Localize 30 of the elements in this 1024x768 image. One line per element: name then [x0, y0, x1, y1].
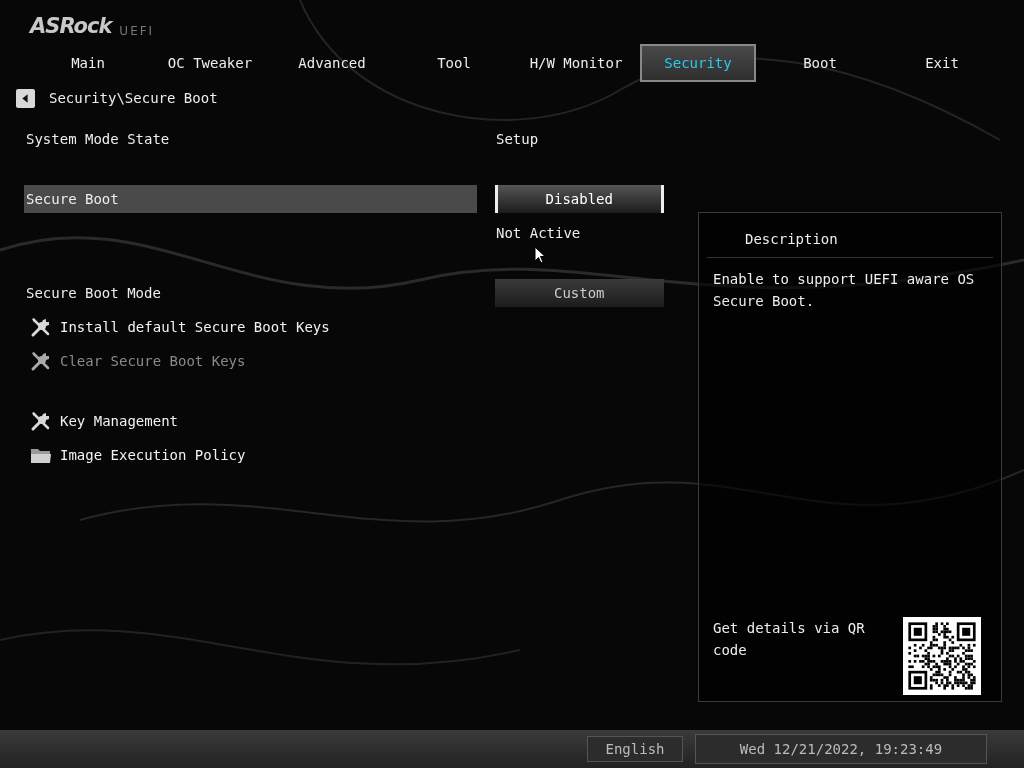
menu-tab[interactable]: Security	[640, 44, 756, 82]
tools-icon	[30, 410, 52, 432]
menu-tab[interactable]: Tool	[396, 44, 512, 82]
submenu-item[interactable]: Key Management	[24, 410, 178, 432]
panel-title: Description	[707, 213, 993, 258]
setting-label[interactable]: Secure Boot	[24, 185, 477, 213]
tools-icon	[30, 350, 52, 372]
date-time-display: Wed 12/21/2022, 19:23:49	[695, 734, 987, 764]
option-button[interactable]: Disabled	[494, 185, 664, 213]
setting-label[interactable]: Secure Boot Mode	[24, 279, 477, 307]
menu-tab[interactable]: Exit	[884, 44, 1000, 82]
qr-hint-text: Get details via QR code	[713, 619, 866, 660]
description-text: Enable to support UEFI aware OS Secure Boot.	[712, 270, 976, 311]
language-button[interactable]: English	[587, 736, 683, 762]
mouse-cursor-icon	[534, 246, 546, 264]
submenu-item[interactable]: Image Execution Policy	[24, 444, 246, 466]
menu-tab[interactable]: Main	[30, 44, 146, 82]
menu-tab[interactable]: OC Tweaker	[152, 44, 268, 82]
submenu-item[interactable]: Install default Secure Boot Keys	[24, 316, 330, 338]
brand-logo: ASRock	[30, 14, 112, 38]
option-button[interactable]: Custom	[494, 279, 664, 307]
menu-tab[interactable]: H/W Monitor	[518, 44, 634, 82]
menu-tab[interactable]: Boot	[762, 44, 878, 82]
tools-icon	[30, 316, 52, 338]
setting-value: Setup	[495, 131, 539, 147]
menu-tab[interactable]: Advanced	[274, 44, 390, 82]
breadcrumb: Security\Secure Boot	[49, 90, 218, 106]
status-text: Not Active	[495, 225, 581, 241]
setting-label: System Mode State	[25, 130, 171, 149]
uefi-label: UEFI	[119, 24, 155, 38]
